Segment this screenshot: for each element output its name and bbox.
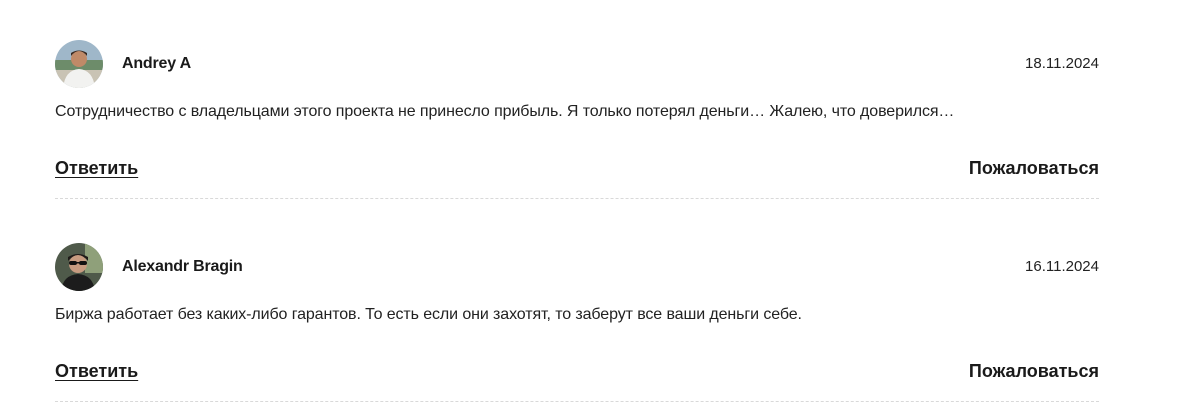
comment-author: Alexandr Bragin bbox=[122, 258, 243, 275]
comment-item: Alexandr Bragin 16.11.2024 Биржа работае… bbox=[55, 203, 1099, 406]
comment-date: 16.11.2024 bbox=[1025, 258, 1099, 275]
comment-divider bbox=[55, 401, 1099, 402]
comments-list: Andrey A 18.11.2024 Сотрудничество с вла… bbox=[55, 0, 1099, 402]
comment-divider bbox=[55, 198, 1099, 199]
reply-link[interactable]: Ответить bbox=[55, 361, 138, 382]
comment-text: Биржа работает без каких-либо гарантов. … bbox=[55, 306, 802, 323]
comment-item: Andrey A 18.11.2024 Сотрудничество с вла… bbox=[55, 0, 1099, 203]
comment-text: Сотрудничество с владельцами этого проек… bbox=[55, 103, 955, 120]
avatar bbox=[55, 40, 103, 88]
report-link[interactable]: Пожаловаться bbox=[969, 158, 1099, 179]
avatar-photo-icon bbox=[55, 243, 103, 291]
report-link[interactable]: Пожаловаться bbox=[969, 361, 1099, 382]
avatar-photo-icon bbox=[55, 40, 103, 88]
comment-date: 18.11.2024 bbox=[1025, 55, 1099, 72]
avatar bbox=[55, 243, 103, 291]
comment-author: Andrey A bbox=[122, 55, 191, 72]
reply-link[interactable]: Ответить bbox=[55, 158, 138, 179]
